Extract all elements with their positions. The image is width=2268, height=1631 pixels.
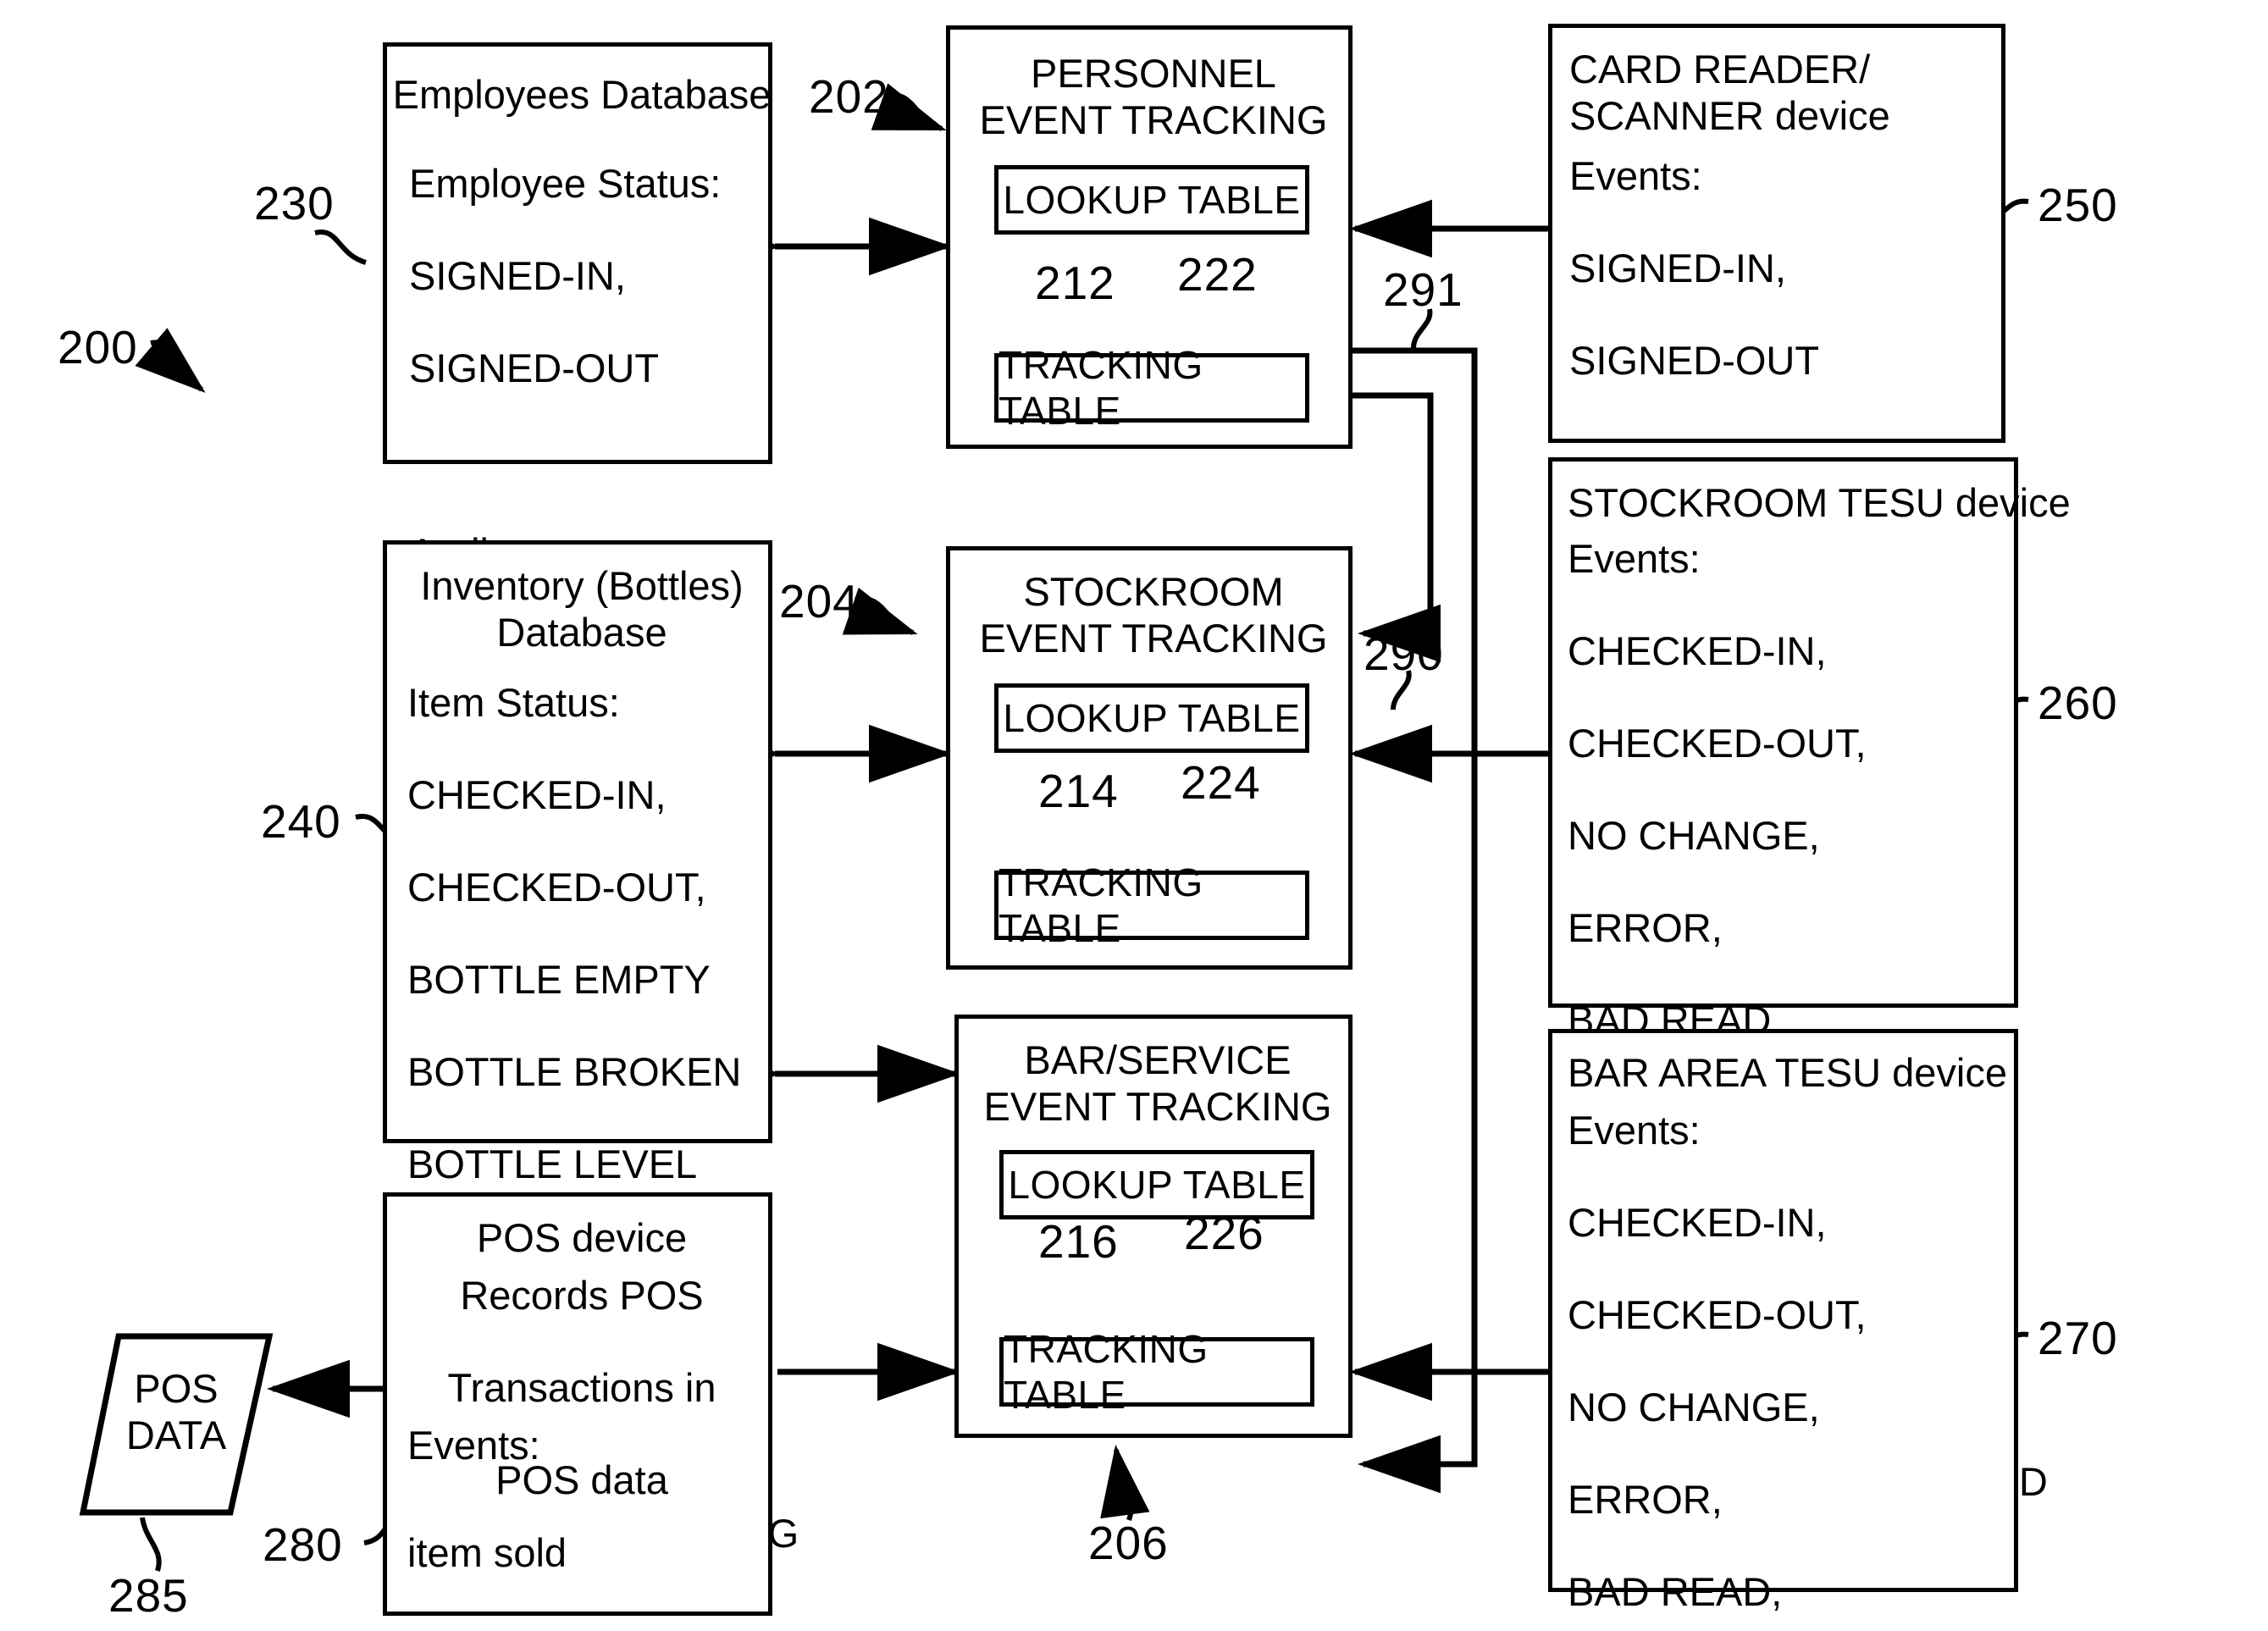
line: Events: — [407, 1423, 540, 1468]
ref-285: 285 — [108, 1569, 189, 1622]
title-line1: CARD READER/ — [1569, 47, 1871, 91]
ref-216: 216 — [1038, 1215, 1119, 1268]
stockroom-event-tracking-box: STOCKROOM EVENT TRACKING LOOKUP TABLE TRA… — [946, 546, 1353, 970]
line: Events: — [1568, 1108, 1701, 1153]
ref-212: 212 — [1035, 257, 1115, 309]
line: ERROR, — [1568, 1477, 1723, 1523]
title-line1: STOCKROOM — [1023, 569, 1284, 614]
personnel-tracking-table: TRACKING TABLE — [994, 343, 1309, 433]
personnel-event-tracking-box: PERSONNEL EVENT TRACKING LOOKUP TABLE TRA… — [946, 25, 1353, 449]
title-line2: EVENT TRACKING — [979, 615, 1328, 661]
tracking-table-label: TRACKING TABLE — [1004, 1327, 1209, 1417]
inventory-database-title: Inventory (Bottles) Database — [387, 563, 777, 655]
stockroom-tesu-device-box: STOCKROOM TESU device Events: CHECKED-IN… — [1548, 457, 2071, 1504]
line: BOTTLE LEVEL — [407, 1142, 698, 1187]
ref-204: 204 — [779, 575, 860, 628]
employees-database-title: Employees Database — [392, 72, 772, 117]
ref-226: 226 — [1184, 1207, 1264, 1259]
bar-service-lookup-table: LOOKUP TABLE — [999, 1150, 1314, 1219]
line: Employee Status: — [409, 161, 722, 206]
ref-291: 291 — [1383, 263, 1463, 316]
line: Records POS — [460, 1273, 704, 1318]
stockroom-lookup-table: LOOKUP TABLE — [994, 683, 1309, 753]
tracking-table-label: TRACKING TABLE — [998, 860, 1203, 950]
card-reader-device-box: CARD READER/SCANNER device Events: SIGNE… — [1548, 24, 2005, 752]
ref-230: 230 — [254, 177, 335, 229]
bar-area-tesu-body: Events: CHECKED-IN, CHECKED-OUT, NO CHAN… — [1568, 1108, 2016, 1631]
ref-214: 214 — [1038, 765, 1119, 817]
line: CHECKED-OUT, — [1568, 721, 1867, 766]
pos-data-line2: DATA — [125, 1413, 227, 1458]
ref-200: 200 — [58, 321, 138, 373]
inventory-database-box: Inventory (Bottles) Database Item Status:… — [383, 540, 799, 1556]
bar-area-tesu-title: BAR AREA TESU device — [1568, 1050, 2007, 1095]
ref-206: 206 — [1088, 1517, 1169, 1569]
lookup-table-label: LOOKUP TABLE — [1003, 178, 1301, 222]
pos-data-label: POS DATA — [91, 1365, 261, 1459]
title-line1: PERSONNEL — [1031, 51, 1276, 96]
lookup-table-label: LOOKUP TABLE — [1008, 1163, 1306, 1207]
ref-280: 280 — [263, 1518, 343, 1571]
ref-270: 270 — [2038, 1312, 2118, 1364]
ref-250: 250 — [2038, 179, 2118, 231]
title-line2: EVENT TRACKING — [979, 97, 1328, 142]
stockroom-tesu-title: STOCKROOM TESU device — [1568, 480, 2071, 525]
stockroom-tracking-title: STOCKROOM EVENT TRACKING — [950, 569, 1357, 661]
line: BOTTLE BROKEN — [407, 1049, 742, 1095]
ref-202: 202 — [809, 70, 889, 123]
stockroom-tracking-table: TRACKING TABLE — [994, 860, 1309, 950]
bar-service-tracking-table: TRACKING TABLE — [999, 1327, 1314, 1417]
title-line1: BAR/SERVICE — [1024, 1037, 1292, 1082]
line: Events: — [1568, 536, 1701, 581]
line: SIGNED-IN, — [1569, 246, 1786, 291]
title-line2: EVENT TRACKING — [983, 1083, 1332, 1129]
line: ERROR, — [1568, 905, 1723, 951]
line: SIGNED-OUT — [409, 346, 660, 391]
bar-service-event-tracking-box: BAR/SERVICE EVENT TRACKING LOOKUP TABLE T… — [954, 1015, 1353, 1438]
tracking-table-label: TRACKING TABLE — [998, 343, 1203, 433]
line: item sold — [407, 1529, 567, 1575]
line: CHECKED-OUT, — [407, 865, 706, 910]
pos-device-box: POS device Records POS Transactions in P… — [383, 1192, 772, 1616]
personnel-lookup-table: LOOKUP TABLE — [994, 165, 1309, 235]
employees-database-box: Employees Database Employee Status: SIGN… — [383, 42, 772, 760]
ref-240: 240 — [261, 795, 341, 848]
line: BOTTLE EMPTY — [407, 957, 711, 1003]
bar-service-tracking-title: BAR/SERVICE EVENT TRACKING — [959, 1037, 1357, 1130]
ref-224: 224 — [1181, 756, 1261, 809]
title-line1: Inventory (Bottles) — [420, 563, 744, 608]
line: SIGNED-OUT — [1569, 338, 1820, 384]
personnel-tracking-title: PERSONNEL EVENT TRACKING — [950, 51, 1357, 143]
ref-260: 260 — [2038, 677, 2118, 729]
patent-figure-canvas: Employees Database Employee Status: SIGN… — [0, 0, 2268, 1631]
line: NO CHANGE, — [1568, 1385, 1820, 1430]
line: BAD READ, — [1568, 1569, 1783, 1615]
pos-device-title: POS device — [476, 1215, 688, 1260]
title-line2: Database — [496, 609, 667, 655]
line: SIGNED-IN, — [409, 253, 626, 299]
ref-290: 290 — [1364, 628, 1444, 680]
line: CHECKED-OUT, — [1568, 1292, 1867, 1338]
lookup-table-label: LOOKUP TABLE — [1003, 696, 1301, 740]
line: CHECKED-IN, — [1568, 1200, 1827, 1246]
pos-data-line1: POS — [134, 1366, 219, 1411]
card-reader-title: CARD READER/SCANNER device — [1569, 47, 2001, 139]
line: CHECKED-IN, — [407, 772, 667, 818]
ref-222: 222 — [1177, 248, 1258, 301]
pos-device-body: Events: item sold opened closed — [407, 1418, 772, 1631]
line: Events: — [1569, 153, 1702, 198]
line: CHECKED-IN, — [1568, 628, 1827, 674]
line: NO CHANGE, — [1568, 813, 1820, 859]
line: Transactions in — [447, 1365, 716, 1411]
title-line2: SCANNER device — [1569, 92, 1890, 138]
line: Item Status: — [407, 680, 620, 725]
bar-area-tesu-device-box: BAR AREA TESU device Events: CHECKED-IN,… — [1548, 1029, 2018, 1614]
